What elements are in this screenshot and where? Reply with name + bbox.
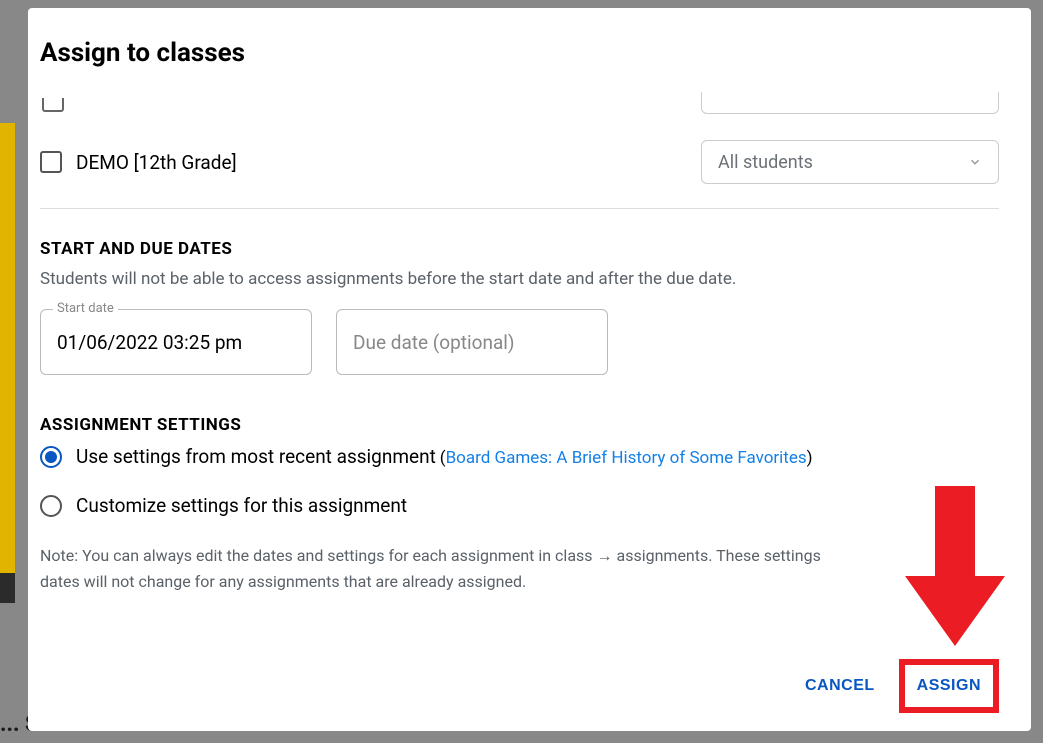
dates-subtext: Students will not be able to access assi… [40,269,999,289]
assign-button[interactable]: ASSIGN [915,671,983,701]
students-select-label: All students [718,152,813,173]
radio-row-customize: Customize settings for this assignment [40,494,999,517]
assign-highlight-box: ASSIGN [899,659,999,713]
modal-scroll-area: DEMO [12th Grade] All students START AND… [40,98,999,594]
date-row: Start date 01/06/2022 03:25 pm Due date … [40,309,999,375]
start-date-label: Start date [53,301,118,316]
note-line2: dates will not change for any assignment… [40,572,526,591]
radio-row-recent: Use settings from most recent assignment… [40,445,999,468]
due-date-field[interactable]: Due date (optional) [336,309,608,375]
class-row: DEMO [12th Grade] All students [40,140,999,184]
background-decoration [0,123,15,573]
class-label: DEMO [12th Grade] [76,151,237,174]
assign-classes-modal: Assign to classes DEMO [12th Grade] All … [28,8,1031,731]
class-checkbox[interactable] [40,151,62,173]
radio-customize-label: Customize settings for this assignment [76,494,407,517]
background-decoration [0,573,15,603]
start-date-field[interactable]: Start date 01/06/2022 03:25 pm [40,309,312,375]
radio-recent-suffix: (Board Games: A Brief History of Some Fa… [440,448,813,468]
start-date-value: 01/06/2022 03:25 pm [57,331,242,354]
settings-heading: ASSIGNMENT SETTINGS [40,415,999,435]
students-select[interactable]: All students [701,140,999,184]
radio-customize[interactable] [40,495,62,517]
recent-assignment-link[interactable]: Board Games: A Brief History of Some Fav… [446,448,807,468]
radio-use-recent[interactable] [40,446,62,468]
class-checkbox-partial[interactable] [42,98,64,112]
radio-recent-label: Use settings from most recent assignment [76,445,436,468]
highlight-arrow-icon [905,486,1005,656]
due-date-placeholder: Due date (optional) [353,331,515,354]
note-prefix: Note: You can always edit the dates and … [40,546,597,565]
note-mid: assignments. These settings [613,546,821,565]
chevron-down-icon [968,155,982,169]
settings-note: Note: You can always edit the dates and … [40,543,999,594]
modal-footer: CANCEL ASSIGN [785,659,999,713]
section-divider [40,208,999,209]
dates-heading: START AND DUE DATES [40,239,999,259]
class-left: DEMO [12th Grade] [40,151,237,174]
select-partial-above[interactable] [701,92,999,114]
modal-title: Assign to classes [40,38,999,68]
arrow-right-icon: → [597,546,613,565]
cancel-button[interactable]: CANCEL [785,665,895,707]
